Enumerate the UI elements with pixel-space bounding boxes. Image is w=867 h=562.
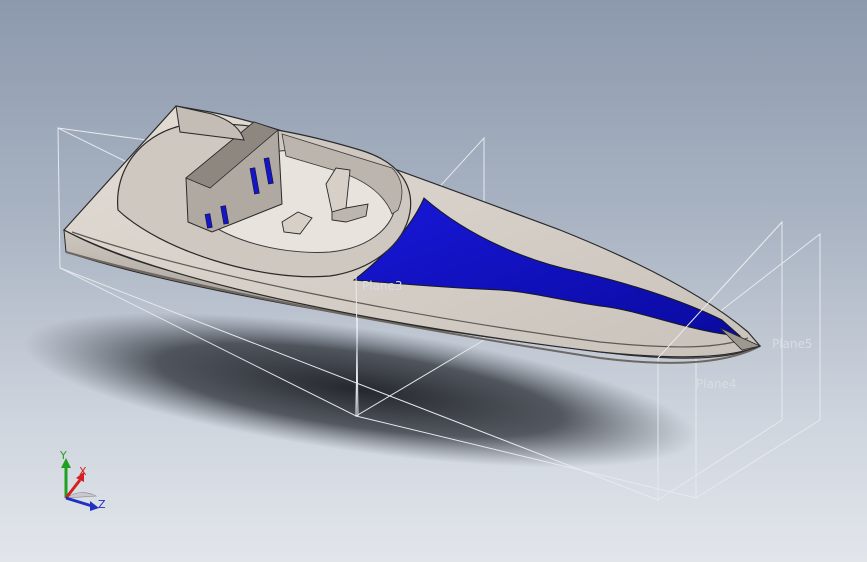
triad-z-axis bbox=[65, 496, 93, 508]
plane5-outline[interactable] bbox=[695, 232, 821, 499]
plane3-label[interactable]: Plane3 bbox=[362, 279, 403, 293]
model-scene[interactable]: Plane3 Plane4 Plane5 Y X Z bbox=[0, 0, 867, 562]
plane4-label[interactable]: Plane4 bbox=[696, 377, 737, 391]
plane5-label[interactable]: Plane5 bbox=[772, 337, 813, 351]
triad-z-label: Z bbox=[98, 498, 106, 511]
triad-y-label: Y bbox=[59, 449, 67, 462]
triad-x-label: X bbox=[79, 465, 87, 478]
reference-triad[interactable]: Y X Z bbox=[59, 449, 106, 511]
graphics-viewport[interactable]: Plane3 Plane4 Plane5 Y X Z bbox=[0, 0, 867, 562]
plane4-outline[interactable] bbox=[657, 220, 783, 501]
